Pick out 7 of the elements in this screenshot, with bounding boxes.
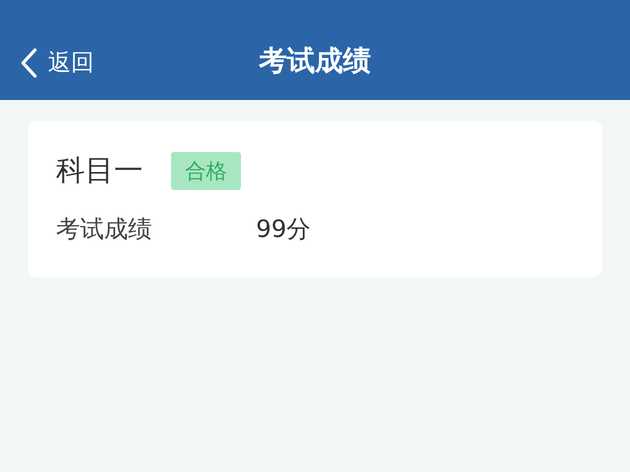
score-value: 99分 — [256, 214, 311, 245]
subject-title: 科目一 — [56, 152, 143, 189]
status-tag: 合格 — [171, 152, 241, 190]
back-button[interactable]: 返回 — [20, 47, 94, 78]
back-icon — [20, 48, 38, 78]
page-title: 考试成绩 — [259, 43, 371, 79]
score-label: 考试成绩 — [56, 214, 153, 245]
